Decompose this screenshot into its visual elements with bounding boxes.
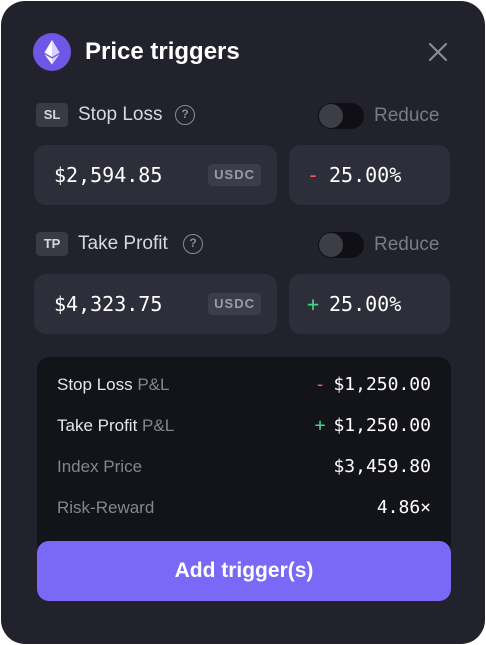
take-profit-reduce-toggle[interactable] bbox=[318, 232, 364, 258]
summary-value: $3,459.80 bbox=[333, 456, 431, 477]
help-icon[interactable]: ? bbox=[175, 105, 195, 125]
summary-label-text: Index Price bbox=[57, 457, 143, 476]
toggle-knob bbox=[319, 233, 343, 257]
summary-row-take-profit-pnl: Take Profit P&L + $1,250.00 bbox=[57, 414, 431, 438]
stop-loss-reduce-label: Reduce bbox=[374, 105, 440, 126]
price-triggers-modal: Price triggers SL Stop Loss ? Reduce $2,… bbox=[1, 1, 485, 644]
take-profit-label-row: TP Take Profit ? Reduce bbox=[36, 232, 456, 258]
summary-label: Stop Loss P&L bbox=[57, 373, 169, 397]
take-profit-percent-input[interactable]: + 25.00% bbox=[289, 274, 450, 334]
summary-value: + $1,250.00 bbox=[315, 414, 431, 438]
take-profit-price-value: $4,323.75 bbox=[54, 292, 163, 316]
help-icon[interactable]: ? bbox=[183, 234, 203, 254]
stop-loss-price-value: $2,594.85 bbox=[54, 163, 163, 187]
summary-label: Risk-Reward bbox=[57, 496, 154, 520]
take-profit-label: Take Profit bbox=[78, 233, 168, 254]
modal-title: Price triggers bbox=[85, 38, 240, 65]
summary-value-sign: - bbox=[314, 374, 326, 395]
take-profit-percent-sign: + bbox=[307, 292, 320, 316]
summary-value-sign: + bbox=[314, 415, 326, 436]
summary-value: - $1,250.00 bbox=[315, 373, 431, 397]
summary-value-amount: $1,250.00 bbox=[333, 374, 431, 395]
summary-label-suffix: P&L bbox=[132, 375, 170, 394]
summary-value: 4.86× bbox=[376, 497, 431, 518]
summary-row-risk-reward: Risk-Reward 4.86× bbox=[57, 496, 431, 520]
take-profit-reduce-label: Reduce bbox=[374, 234, 440, 255]
take-profit-price-input[interactable]: $4,323.75 USDC bbox=[34, 274, 277, 334]
sl-badge: SL bbox=[36, 103, 68, 127]
summary-row-index-price: Index Price $3,459.80 bbox=[57, 455, 431, 479]
summary-label: Take Profit P&L bbox=[57, 414, 174, 438]
stop-loss-reduce-toggle[interactable] bbox=[318, 103, 364, 129]
summary-label: Index Price bbox=[57, 455, 142, 479]
stop-loss-label-row: SL Stop Loss ? Reduce bbox=[36, 103, 456, 129]
stop-loss-percent-sign: - bbox=[307, 163, 320, 187]
summary-value-amount: $1,250.00 bbox=[333, 415, 431, 436]
modal-header: Price triggers bbox=[33, 33, 453, 71]
stop-loss-price-input[interactable]: $2,594.85 USDC bbox=[34, 145, 277, 205]
add-triggers-button[interactable]: Add trigger(s) bbox=[37, 541, 451, 601]
summary-label-main: Stop Loss bbox=[57, 375, 133, 394]
stop-loss-percent-input[interactable]: - 25.00% bbox=[289, 145, 450, 205]
take-profit-unit-badge: USDC bbox=[208, 293, 261, 315]
stop-loss-percent-value: 25.00% bbox=[329, 163, 402, 187]
tp-badge: TP bbox=[36, 232, 68, 256]
close-icon[interactable] bbox=[423, 37, 453, 67]
take-profit-percent-value: 25.00% bbox=[329, 292, 402, 316]
ethereum-icon bbox=[33, 33, 71, 71]
stop-loss-label: Stop Loss bbox=[78, 104, 163, 125]
stop-loss-unit-badge: USDC bbox=[208, 164, 261, 186]
summary-label-suffix: P&L bbox=[137, 416, 175, 435]
summary-row-stop-loss-pnl: Stop Loss P&L - $1,250.00 bbox=[57, 373, 431, 397]
summary-label-main: Take Profit bbox=[57, 416, 138, 435]
summary-label-text: Risk-Reward bbox=[57, 498, 155, 517]
toggle-knob bbox=[319, 104, 343, 128]
